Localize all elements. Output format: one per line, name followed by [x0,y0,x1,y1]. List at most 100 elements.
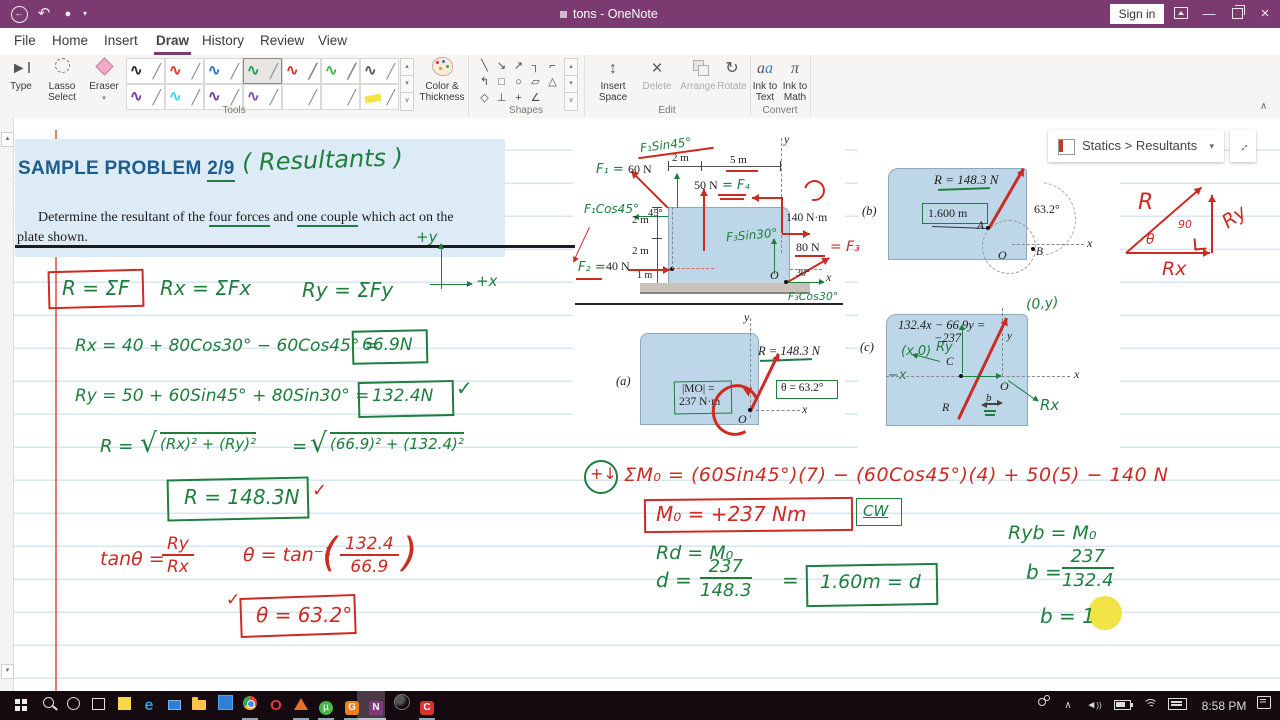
shape-angle-icon[interactable]: ∠ [527,91,544,106]
onenote-icon[interactable]: N [364,694,388,718]
tab-review[interactable]: Review [258,28,306,55]
battery-icon[interactable] [1110,694,1134,718]
b-lhs: b = [1026,560,1062,584]
color-thickness-button[interactable]: Color & Thickness [416,57,468,103]
f2-dashed-line [672,268,714,269]
shape-elbow-icon[interactable]: ↰ [476,75,493,90]
shape-line-icon[interactable]: ╲ [476,59,493,74]
axis-label-x: +x [476,272,498,290]
minimize-icon[interactable]: — [1196,0,1222,28]
movies-app-icon[interactable] [213,694,237,718]
insert-space-button[interactable]: ↕ Insert Space [590,57,636,103]
qat-caret-icon[interactable]: ▾ [78,0,92,28]
ink-to-math-button[interactable]: π Ink to Math [780,57,810,103]
undo-icon[interactable]: ↶ [34,0,54,28]
shape-ellipse-icon[interactable]: ○ [510,75,527,90]
hw-0y: (0,y) [1025,294,1060,314]
utorrent-icon[interactable]: µ [314,694,338,718]
check-icon: ✓ [312,480,328,501]
mail-icon[interactable] [162,694,186,718]
x-axis-label: x [1074,367,1080,381]
clock[interactable]: 8:58 PM [1196,694,1252,718]
x-axis-dashed [756,410,800,411]
shape-corner-icon[interactable]: ┐ [527,59,544,74]
vertical-scrollbar[interactable]: ▴ ▾ [0,118,14,691]
touch-keyboard-icon[interactable] [1164,694,1190,718]
origin-o: O [738,412,747,426]
ribbon-options-icon[interactable] [1168,0,1194,28]
file-explorer-icon[interactable] [187,694,211,718]
shape-axes-icon[interactable]: ⊥ [493,91,510,106]
ink-to-math-icon: π [790,60,799,77]
expand-page-button[interactable]: ↔ [1230,130,1256,162]
pen-green-selected[interactable]: ∿ ╱ [243,58,282,84]
r-value: R = 148.3 N [758,344,820,358]
pen-red[interactable]: ∿ ╱ [165,58,204,84]
tab-history[interactable]: History [200,28,246,55]
x-axis-dashed [1012,244,1084,245]
restore-icon[interactable] [1224,0,1250,28]
chrome-icon[interactable] [238,694,262,718]
sign-in-button[interactable]: Sign in [1110,4,1164,24]
eraser-caret-icon[interactable]: ▾ [102,95,106,102]
tab-draw[interactable]: Draw [154,28,192,55]
shape-parallelogram-icon[interactable]: ▱ [527,75,544,90]
shape-corner2-icon[interactable]: ⌐ [544,59,561,74]
ink-to-text-button[interactable]: aa Ink to Text [750,57,780,103]
tab-insert[interactable]: Insert [102,28,140,55]
fig-c-label: (c) [860,340,874,354]
sticky-notes-icon[interactable] [112,694,136,718]
delete-button[interactable]: × Delete [638,57,676,92]
pen-blue[interactable]: ∿ ╱ [204,58,243,84]
shape-arrow2-icon[interactable]: ↗ [510,59,527,74]
camtasia-icon[interactable]: C [415,694,439,718]
edge-icon[interactable]: e [137,694,161,718]
photos-app-icon[interactable] [390,694,414,718]
type-button[interactable]: ►I Type [4,57,38,92]
eraser-button[interactable]: Eraser ▾ [86,57,122,104]
action-center-icon[interactable] [1252,694,1276,718]
collapse-ribbon-icon[interactable]: ∧ [1260,101,1267,112]
palette-icon [416,57,468,81]
scroll-up-icon[interactable]: ▴ [1,132,14,147]
pen-green-thick[interactable]: ∿ ╱ [321,58,360,84]
pen-red-thick[interactable]: ∿ ╱ [282,58,321,84]
lasso-select-button[interactable]: Lasso Select [42,57,82,103]
x-arrow [963,372,1002,379]
pen-black[interactable]: ∿ ╱ [126,58,165,84]
tray-chevron-icon[interactable]: ∧ [1058,694,1078,718]
gom-player-icon[interactable]: G [340,694,364,718]
tab-view[interactable]: View [316,28,349,55]
wifi-icon[interactable] [1138,694,1162,718]
shape-diamond-icon[interactable]: ◇ [476,91,493,106]
search-icon[interactable] [36,694,60,718]
tab-file[interactable]: File [12,28,38,55]
d-result: 1.60m = d [820,571,921,593]
matlab-icon[interactable] [289,694,313,718]
tab-home[interactable]: Home [50,28,90,55]
cortana-icon[interactable] [61,694,85,718]
shape-arrow-icon[interactable]: ↘ [493,59,510,74]
opera-icon[interactable]: O [264,694,288,718]
rotate-button[interactable]: ↻ Rotate [714,57,750,92]
rx-formula: Rx = ΣFx [160,276,252,300]
pen-mode-icon[interactable]: ● [58,0,78,28]
shape-rect-icon[interactable]: □ [493,75,510,90]
back-icon[interactable]: ← [8,0,30,28]
close-icon[interactable]: × [1252,0,1278,28]
start-button[interactable] [8,694,32,718]
pen-gray[interactable]: ∿ ╱ [360,58,399,84]
people-icon[interactable] [1030,694,1054,718]
r-formula: R = ΣF [62,276,130,300]
green-underline [984,410,996,412]
shape-cross-axes-icon[interactable]: + [510,91,527,106]
speaker-icon[interactable]: ◄)) [1082,694,1106,718]
task-view-icon[interactable] [86,694,110,718]
scroll-down-icon[interactable]: ▾ [1,664,14,679]
section-breadcrumb[interactable]: Statics > Resultants ▾ [1048,130,1224,162]
axis-label-y: +y [416,228,438,246]
paren-right: ) [402,530,418,576]
page-canvas[interactable]: SAMPLE PROBLEM 2/9 ( Resultants ) Determ… [0,118,1280,691]
d-eq: = [782,568,799,592]
shape-triangle-icon[interactable]: △ [544,75,561,90]
